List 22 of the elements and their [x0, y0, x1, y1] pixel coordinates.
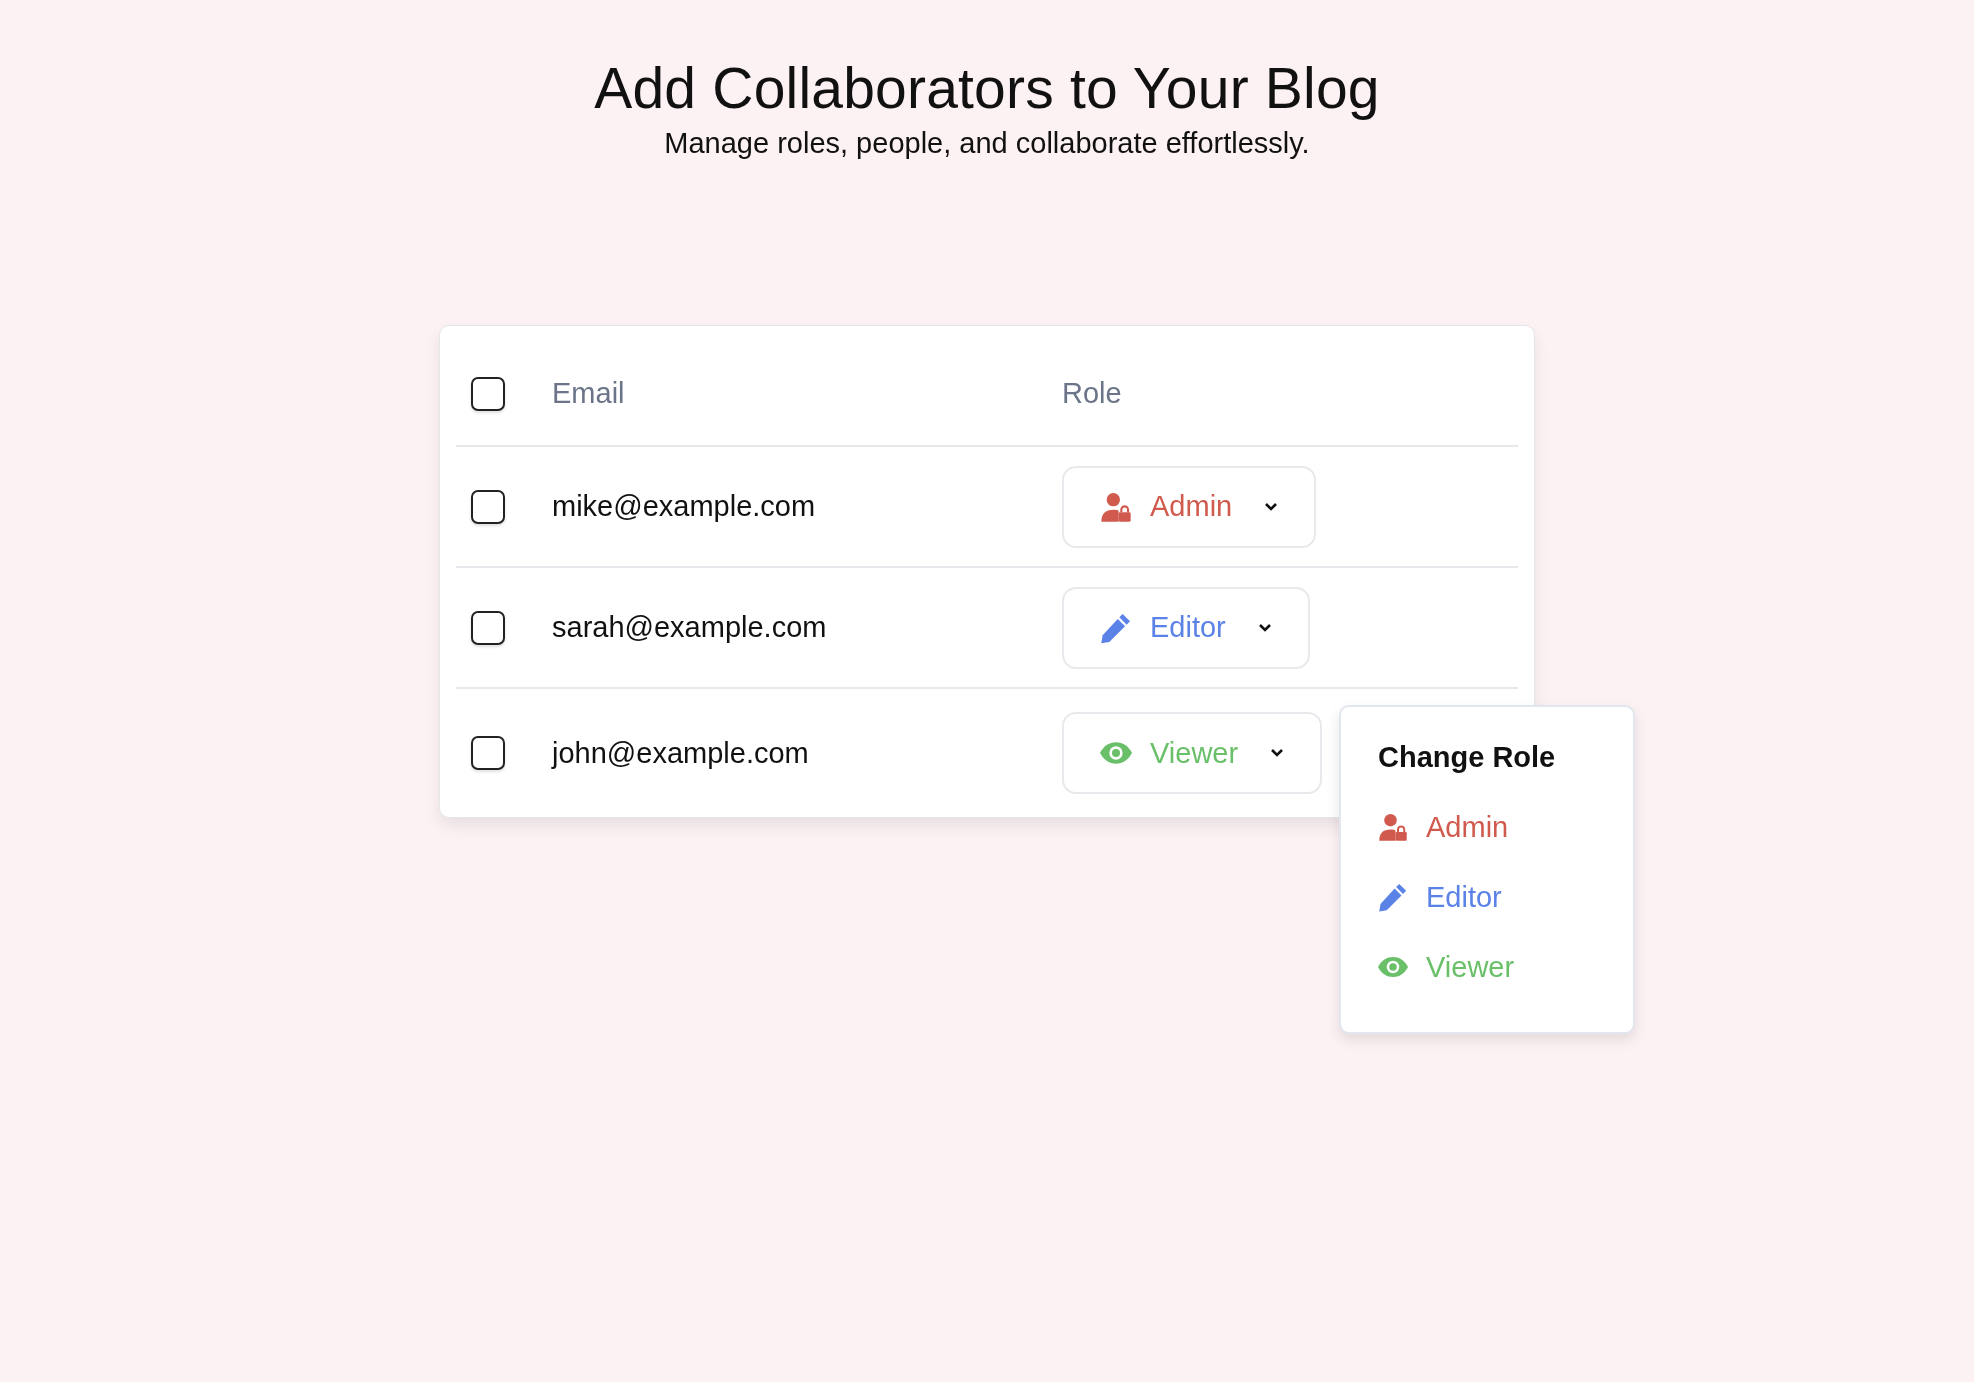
user-lock-icon	[1100, 490, 1132, 523]
pencil-icon	[1378, 882, 1408, 912]
column-header: Email	[552, 377, 625, 409]
email-text: sarah@example.com	[552, 611, 827, 643]
chevron-down-icon	[1257, 622, 1272, 633]
chevron-down-icon	[1264, 501, 1279, 512]
pencil-icon	[1100, 611, 1132, 644]
checkbox[interactable]	[471, 489, 505, 524]
user-lock-icon	[1378, 812, 1408, 842]
checkbox[interactable]	[471, 376, 505, 411]
column-header: Role	[1062, 377, 1122, 409]
menu-item[interactable]: Admin	[1378, 792, 1608, 862]
email-text: mike@example.com	[552, 490, 816, 522]
menu-item[interactable]: Viewer	[1378, 932, 1608, 1002]
page-subtitle: Manage roles, people, and collaborate effortlessly.	[664, 127, 1310, 160]
role-dropdown[interactable]: Editor	[1062, 586, 1310, 669]
role-dropdown[interactable]: Admin	[1062, 465, 1317, 548]
email-text: john@example.com	[552, 736, 809, 769]
menu-item[interactable]: Editor	[1378, 862, 1608, 932]
page-title: Add Collaborators to Your Blog	[594, 55, 1380, 121]
menu-title: Change Role	[1378, 741, 1556, 774]
checkbox[interactable]	[471, 610, 505, 645]
